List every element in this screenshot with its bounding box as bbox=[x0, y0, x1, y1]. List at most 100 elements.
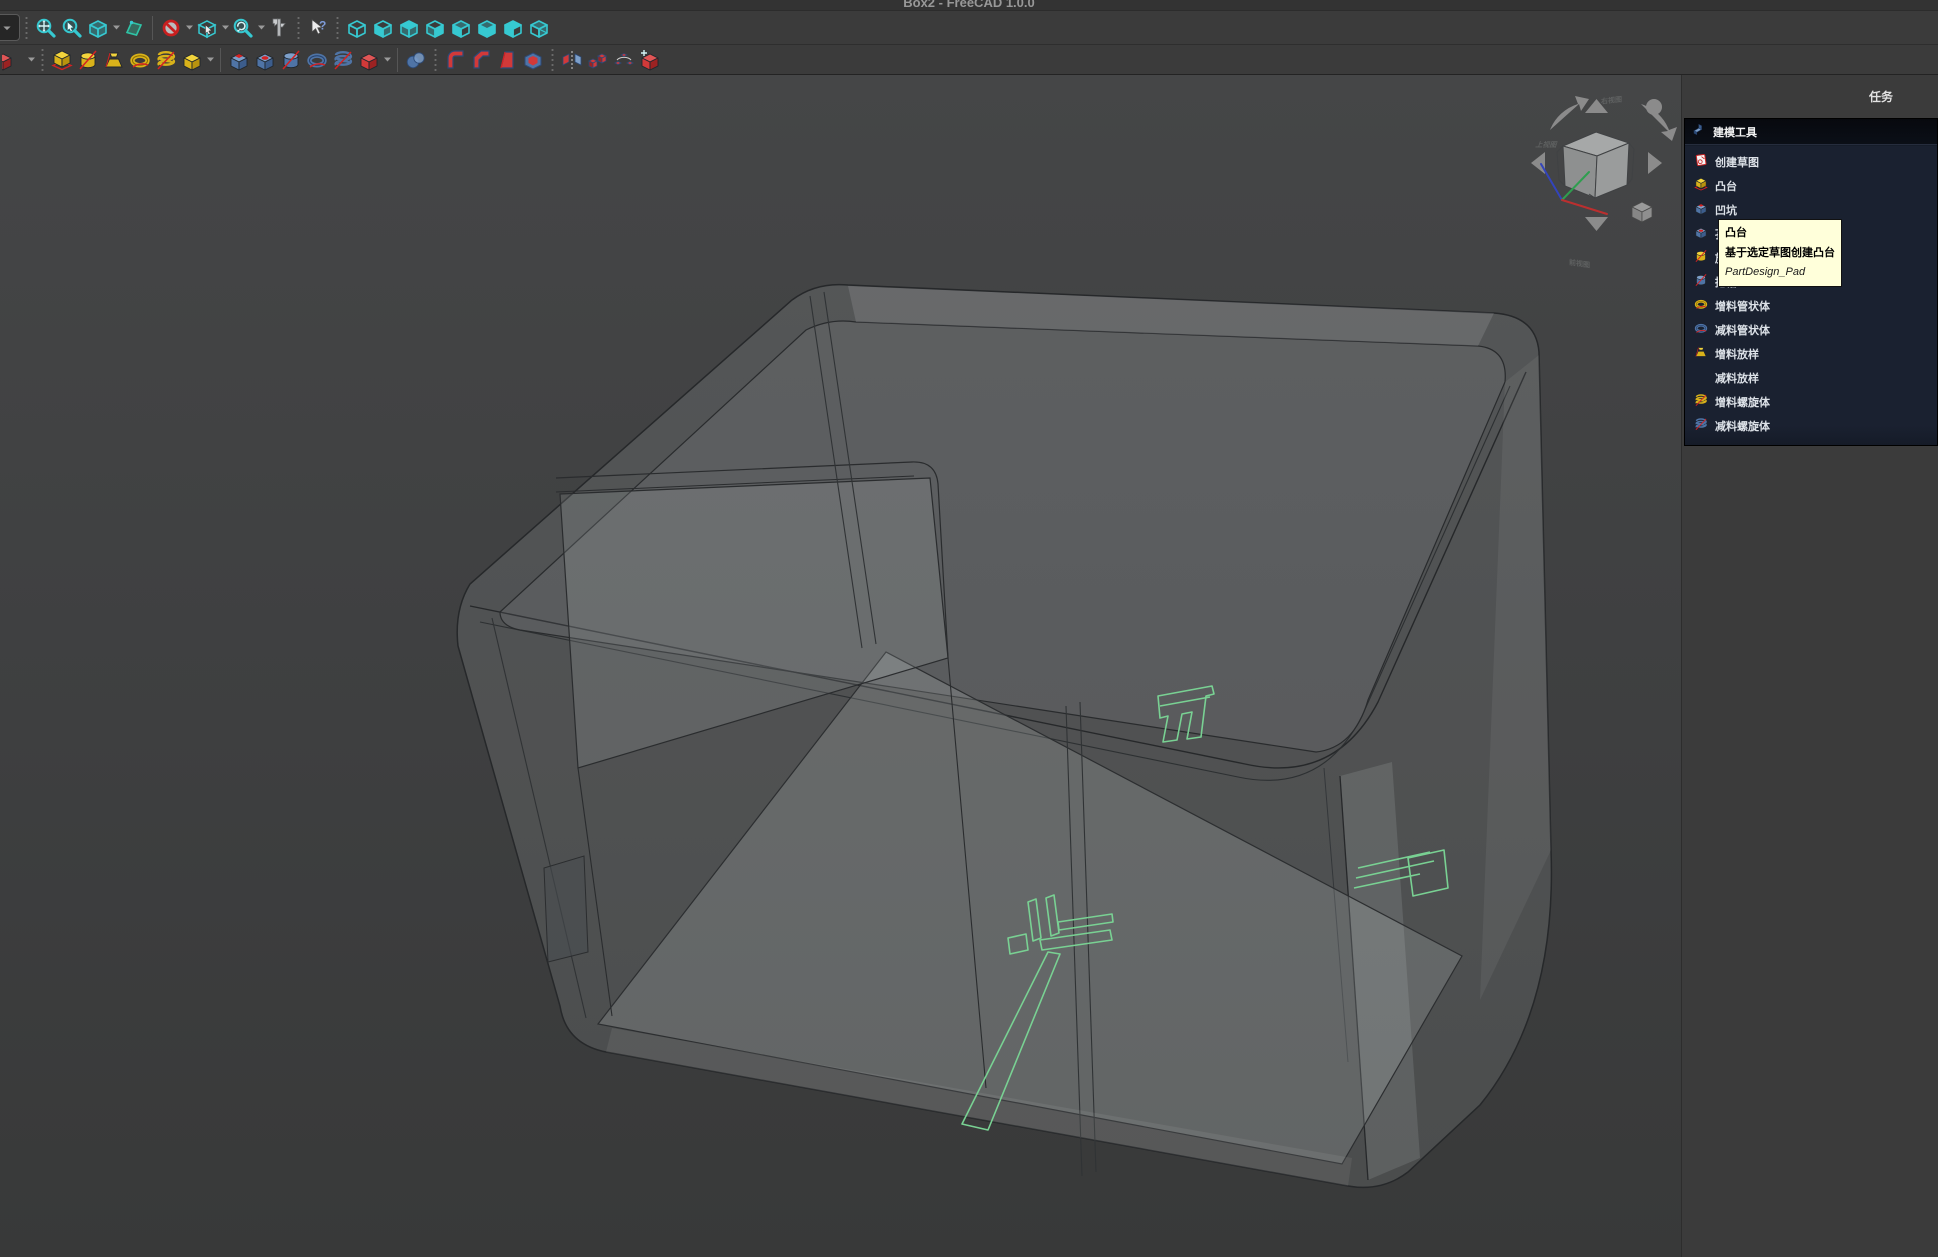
tool-item-create-sketch[interactable]: 创建草图 bbox=[1685, 150, 1937, 174]
3d-scene[interactable]: 上视图 前视图 右视图 bbox=[0, 75, 1681, 1257]
box-zoom-icon[interactable] bbox=[194, 15, 220, 41]
subtractive-primitive-icon[interactable] bbox=[356, 47, 382, 73]
navigation-cube[interactable]: 上视图 前视图 右视图 bbox=[1531, 95, 1677, 270]
groove-icon[interactable] bbox=[278, 47, 304, 73]
toolbar-separator bbox=[220, 48, 221, 72]
modeling-tools-header[interactable]: 建模工具 bbox=[1685, 119, 1937, 145]
view-left-icon[interactable] bbox=[500, 15, 526, 41]
tool-item-label: 增料螺旋体 bbox=[1715, 394, 1770, 410]
create-body-button-dropdown-icon[interactable] bbox=[26, 47, 36, 73]
task-panel: 任务 建模工具 创建草图 凸台 凹坑 孔 旋转 挖槽 增料管状体 减料管状体 增… bbox=[1681, 75, 1938, 1257]
view-toolbar: ? bbox=[0, 11, 1938, 45]
tool-item-additive-helix[interactable]: 增料螺旋体 bbox=[1685, 390, 1937, 414]
modeling-tools-title: 建模工具 bbox=[1713, 124, 1757, 140]
box-zoom-dropdown-icon[interactable] bbox=[220, 15, 230, 41]
clipping-plane-dropdown-icon[interactable] bbox=[184, 15, 194, 41]
subtractive-pipe-icon[interactable] bbox=[304, 47, 330, 73]
linear-pattern-icon[interactable] bbox=[585, 47, 611, 73]
chamfer-icon[interactable] bbox=[468, 47, 494, 73]
nav-cube-right-label: 右视图 bbox=[1600, 95, 1622, 106]
tool-item-label: 减料放样 bbox=[1715, 370, 1759, 386]
create-body-button[interactable] bbox=[0, 47, 26, 73]
task-panel-tab[interactable]: 任务 bbox=[1682, 75, 1938, 117]
additive-pipe-icon bbox=[1694, 297, 1708, 316]
tool-item-revolution[interactable]: 旋转 bbox=[1685, 246, 1937, 270]
nav-arrow-right-icon[interactable] bbox=[1648, 152, 1662, 174]
3d-viewport[interactable]: 上视图 前视图 右视图 bbox=[0, 75, 1681, 1257]
toolbar-grip[interactable] bbox=[40, 49, 45, 71]
nav-cube-front-label: 前视图 bbox=[1569, 258, 1590, 270]
whats-this-icon[interactable]: ? bbox=[305, 15, 331, 41]
toolbar-grip[interactable] bbox=[24, 17, 29, 39]
view-bottom-icon[interactable] bbox=[474, 15, 500, 41]
subtractive-helix-icon[interactable] bbox=[330, 47, 356, 73]
tool-item-groove[interactable]: 挖槽 bbox=[1685, 270, 1937, 294]
draw-style-icon[interactable] bbox=[85, 15, 111, 41]
toolbar-grip[interactable] bbox=[296, 17, 301, 39]
workbench-icon bbox=[1692, 122, 1707, 142]
additive-primitive-icon[interactable] bbox=[179, 47, 205, 73]
toolbar-grip[interactable] bbox=[433, 49, 438, 71]
view-top-icon[interactable] bbox=[396, 15, 422, 41]
tool-item-label: 凹坑 bbox=[1715, 202, 1737, 218]
nav-sphere-icon[interactable] bbox=[1646, 99, 1662, 115]
tool-item-subtractive-pipe[interactable]: 减料管状体 bbox=[1685, 318, 1937, 342]
toolbar-grip[interactable] bbox=[335, 17, 340, 39]
fit-all-icon[interactable] bbox=[33, 15, 59, 41]
polar-pattern-icon[interactable] bbox=[611, 47, 637, 73]
wall-notch[interactable] bbox=[544, 856, 588, 962]
tool-item-additive-pipe[interactable]: 增料管状体 bbox=[1685, 294, 1937, 318]
view-rear-icon[interactable] bbox=[448, 15, 474, 41]
subtractive-primitive-dropdown-icon[interactable] bbox=[382, 47, 392, 73]
clipping-plane-icon[interactable] bbox=[158, 15, 184, 41]
section-view-icon[interactable] bbox=[121, 15, 147, 41]
tool-item-hole[interactable]: 孔 bbox=[1685, 222, 1937, 246]
tool-item-pad[interactable]: 凸台 bbox=[1685, 174, 1937, 198]
draw-style-dropdown-icon[interactable] bbox=[111, 15, 121, 41]
additive-loft-icon[interactable] bbox=[101, 47, 127, 73]
toolbar-overflow-button[interactable] bbox=[0, 14, 20, 41]
tool-item-label: 孔 bbox=[1715, 226, 1726, 242]
toolbar-separator bbox=[152, 16, 153, 40]
toolbar-grip[interactable] bbox=[550, 49, 555, 71]
additive-primitive-dropdown-icon[interactable] bbox=[205, 47, 215, 73]
rotate-view-dropdown-icon[interactable] bbox=[256, 15, 266, 41]
tool-item-label: 旋转 bbox=[1715, 250, 1737, 266]
tool-item-pocket[interactable]: 凹坑 bbox=[1685, 198, 1937, 222]
nav-rotate-left-icon[interactable] bbox=[1550, 96, 1589, 130]
view-front-icon[interactable] bbox=[370, 15, 396, 41]
tool-item-subtractive-helix[interactable]: 减料螺旋体 bbox=[1685, 414, 1937, 438]
additive-loft-icon bbox=[1694, 345, 1708, 364]
hole-icon bbox=[1694, 225, 1708, 244]
tool-item-label: 减料管状体 bbox=[1715, 322, 1770, 338]
pad-icon[interactable] bbox=[49, 47, 75, 73]
multitransform-icon[interactable] bbox=[637, 47, 663, 73]
additive-pipe-icon[interactable] bbox=[127, 47, 153, 73]
additive-helix-icon[interactable] bbox=[153, 47, 179, 73]
rotate-view-icon[interactable] bbox=[230, 15, 256, 41]
view-axonometric-icon[interactable] bbox=[526, 15, 552, 41]
revolution-icon bbox=[1694, 249, 1708, 268]
tool-item-additive-loft[interactable]: 增料放样 bbox=[1685, 342, 1937, 366]
mirrored-icon[interactable] bbox=[559, 47, 585, 73]
hole-icon[interactable] bbox=[252, 47, 278, 73]
window-title: Box2 - FreeCAD 1.0.0 bbox=[0, 0, 1938, 10]
nav-arrow-down-icon[interactable] bbox=[1585, 217, 1608, 231]
nav-main-cube[interactable] bbox=[1557, 132, 1634, 198]
axis-x bbox=[1562, 200, 1607, 214]
fit-selection-icon[interactable] bbox=[59, 15, 85, 41]
draft-icon[interactable] bbox=[494, 47, 520, 73]
tool-item-label: 增料放样 bbox=[1715, 346, 1759, 362]
nav-arrow-left-icon[interactable] bbox=[1531, 152, 1545, 174]
boolean-operation-icon[interactable] bbox=[403, 47, 429, 73]
nav-small-cube-icon[interactable] bbox=[1632, 202, 1652, 222]
measure-icon[interactable] bbox=[266, 15, 292, 41]
tool-item-label: 增料管状体 bbox=[1715, 298, 1770, 314]
pocket-icon[interactable] bbox=[226, 47, 252, 73]
tool-item-subtractive-loft[interactable]: 减料放样 bbox=[1685, 366, 1937, 390]
fillet-icon[interactable] bbox=[442, 47, 468, 73]
revolution-icon[interactable] bbox=[75, 47, 101, 73]
thickness-icon[interactable] bbox=[520, 47, 546, 73]
view-isometric-icon[interactable] bbox=[344, 15, 370, 41]
view-right-icon[interactable] bbox=[422, 15, 448, 41]
